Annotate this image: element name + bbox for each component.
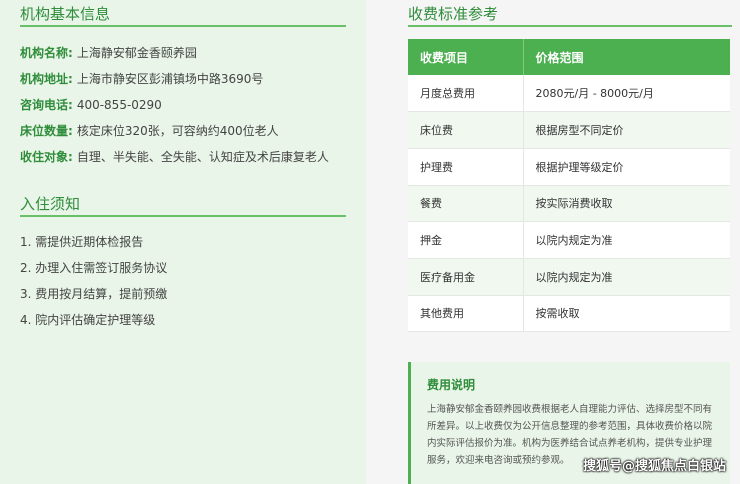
- column-header-price: 价格范围: [522, 39, 730, 75]
- info-key: 床位数量:: [20, 124, 73, 138]
- info-value: 上海静安郁金香颐养园: [76, 46, 197, 60]
- fee-price-cell: 以院内规定为准: [523, 221, 730, 259]
- table-row: 餐费 按实际消费收取: [408, 185, 730, 223]
- fee-item-cell: 月度总费用: [408, 75, 524, 113]
- basic-info-list: 机构名称: 上海静安郁金香颐养园 机构地址: 上海市静安区彭浦镇场中路3690号 咨…: [20, 40, 346, 170]
- fee-item-cell: 餐费: [408, 185, 524, 223]
- fee-item-cell: 医疗备用金: [408, 258, 524, 296]
- table-row: 其他费用 按需收取: [408, 295, 730, 333]
- column-header-item: 收费项目: [408, 39, 523, 75]
- info-row-phone: 咨询电话: 400-855-0290: [20, 92, 346, 118]
- fee-price-cell: 以院内规定为准: [523, 258, 730, 296]
- watermark: 搜狐号@搜狐焦点白银站: [582, 459, 726, 474]
- fee-price-cell: 根据房型不同定价: [523, 111, 730, 149]
- info-value: 核定床位320张，可容纳约400位老人: [76, 124, 279, 138]
- phone-number[interactable]: 400-855-0290: [77, 98, 162, 112]
- notice-title: 入住须知: [20, 190, 346, 217]
- fees-panel: 收费标准参考 收费项目 价格范围 月度总费用 2080元/月 - 8000元/月…: [392, 0, 740, 484]
- fee-item-cell: 床位费: [408, 111, 524, 149]
- fee-item-cell: 押金: [408, 221, 524, 259]
- notice-item: 4. 院内评估确定护理等级: [20, 313, 156, 327]
- info-row-name: 机构名称: 上海静安郁金香颐养园: [20, 40, 346, 66]
- table-row: 床位费 根据房型不同定价: [408, 111, 730, 149]
- info-key: 机构地址:: [20, 72, 73, 86]
- info-key: 收住对象:: [20, 150, 73, 164]
- info-key: 咨询电话:: [20, 98, 73, 112]
- fee-price-cell: 根据护理等级定价: [523, 148, 730, 186]
- notice-item: 2. 办理入住需签订服务协议: [20, 261, 168, 275]
- fee-price-cell: 按需收取: [523, 295, 730, 333]
- basic-info-panel: 机构基本信息 机构名称: 上海静安郁金香颐养园 机构地址: 上海市静安区彭浦镇场中路…: [0, 0, 366, 484]
- table-row: 医疗备用金 以院内规定为准: [408, 258, 730, 296]
- fees-title: 收费标准参考: [408, 0, 732, 27]
- fee-item-cell: 其他费用: [408, 295, 524, 333]
- notice-list: 1. 需提供近期体检报告 2. 办理入住需签订服务协议 3. 费用按月结算，提前…: [20, 229, 346, 333]
- info-row-target: 收住对象: 自理、半失能、全失能、认知症及术后康复老人: [20, 144, 346, 170]
- fee-price-cell: 按实际消费收取: [523, 185, 730, 223]
- notice-item: 1. 需提供近期体检报告: [20, 235, 144, 249]
- fee-table: 收费项目 价格范围 月度总费用 2080元/月 - 8000元/月 床位费 根据…: [408, 39, 730, 333]
- fee-price-cell: 2080元/月 - 8000元/月: [523, 75, 730, 113]
- info-value: 自理、半失能、全失能、认知症及术后康复老人: [76, 150, 329, 164]
- basic-info-title: 机构基本信息: [20, 0, 346, 27]
- info-value: 上海市静安区彭浦镇场中路3690号: [76, 72, 264, 86]
- info-row-address: 机构地址: 上海市静安区彭浦镇场中路3690号: [20, 66, 346, 92]
- table-row: 月度总费用 2080元/月 - 8000元/月: [408, 75, 730, 113]
- info-row-beds: 床位数量: 核定床位320张，可容纳约400位老人: [20, 118, 346, 144]
- fee-item-cell: 护理费: [408, 148, 524, 186]
- info-key: 机构名称:: [20, 46, 73, 60]
- table-row: 护理费 根据护理等级定价: [408, 148, 730, 186]
- notice-item: 3. 费用按月结算，提前预缴: [20, 287, 168, 301]
- fee-table-header: 收费项目 价格范围: [408, 39, 730, 75]
- fee-note-title: 费用说明: [427, 378, 476, 392]
- table-row: 押金 以院内规定为准: [408, 221, 730, 259]
